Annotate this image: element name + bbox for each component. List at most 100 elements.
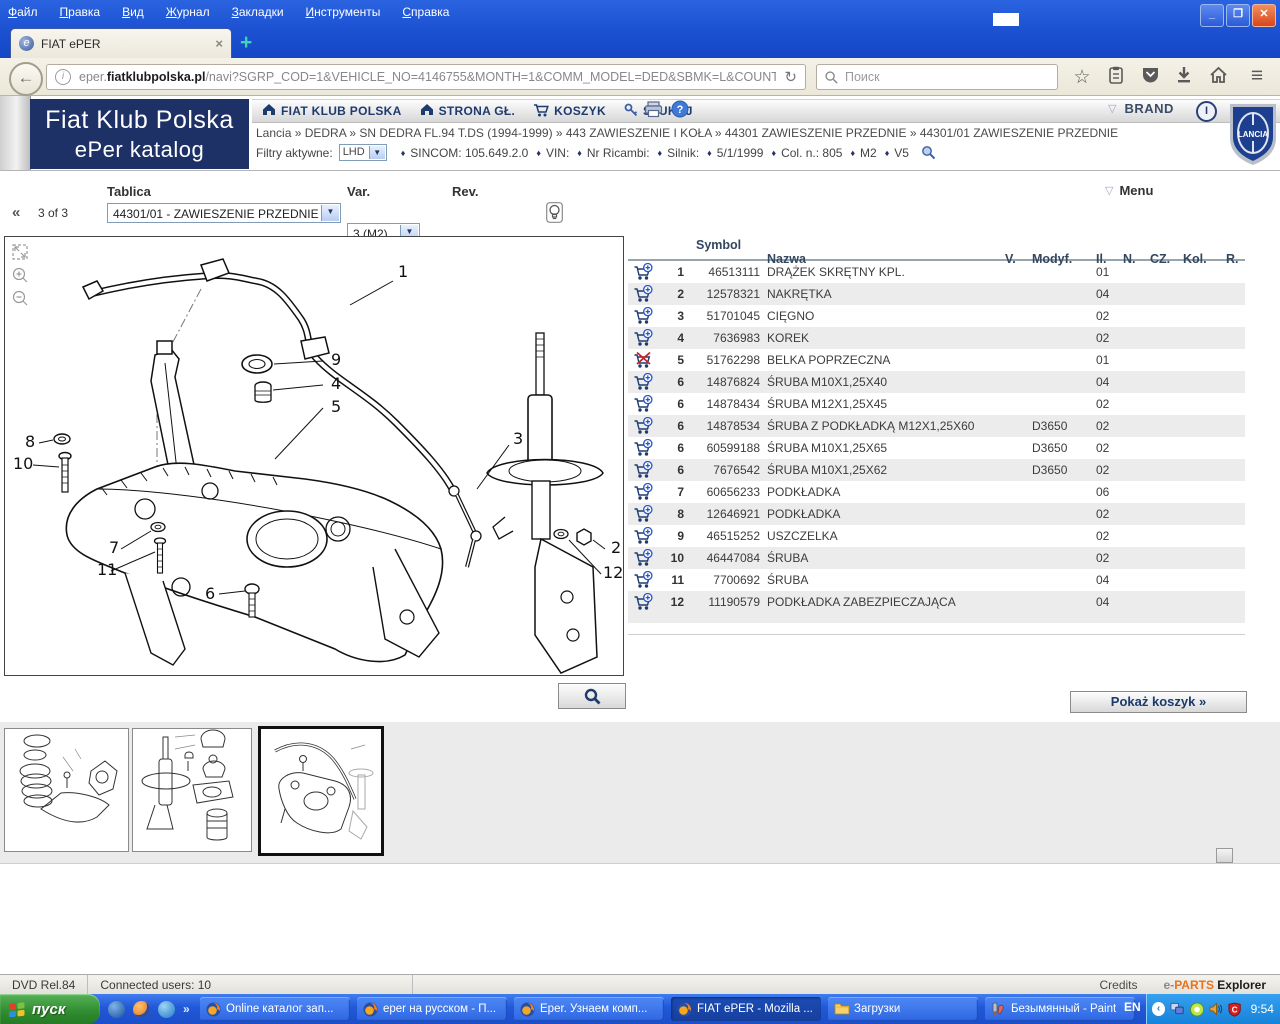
- taskbar-task-button[interactable]: FIAT ePER - Mozilla ...: [671, 997, 821, 1021]
- restore-button[interactable]: ❐: [1226, 4, 1250, 27]
- add-to-cart-icon[interactable]: [628, 263, 658, 282]
- taskbar-task-button[interactable]: eper на русском - П...: [357, 997, 507, 1021]
- thumbnail-table-2[interactable]: [132, 728, 252, 852]
- browser-menu-item[interactable]: Журнал: [166, 5, 210, 19]
- site-nav-strona-g-[interactable]: STRONA GŁ.: [420, 103, 516, 119]
- table-row[interactable]: 5 51762298 BELKA POPRZECZNA 01: [628, 349, 1245, 371]
- hamburger-menu-icon[interactable]: ≡: [1245, 66, 1269, 88]
- add-to-cart-icon[interactable]: [628, 549, 658, 568]
- diagram-callout-8[interactable]: 8: [25, 432, 35, 451]
- downloads-icon[interactable]: [1172, 66, 1196, 88]
- table-row[interactable]: 6 14876824 ŚRUBA M10X1,25X40 04: [628, 371, 1245, 393]
- show-cart-button[interactable]: Pokaż koszyk »: [1070, 691, 1247, 713]
- add-to-cart-icon[interactable]: [628, 593, 658, 612]
- table-row[interactable]: 11 7700692 ŚRUBA 04: [628, 569, 1245, 591]
- minimize-button[interactable]: _: [1200, 4, 1224, 27]
- table-row[interactable]: 2 12578321 NAKRĘTKA 04: [628, 283, 1245, 305]
- site-nav-koszyk[interactable]: KOSZYK: [533, 103, 606, 120]
- browser-menu-item[interactable]: Вид: [122, 5, 144, 19]
- add-to-cart-icon[interactable]: [628, 285, 658, 304]
- browser-menu-item[interactable]: Справка: [402, 5, 449, 19]
- thumbnail-table-1[interactable]: [4, 728, 129, 852]
- pocket-icon[interactable]: [1138, 66, 1162, 88]
- table-row[interactable]: 8 12646921 PODKŁADKA 02: [628, 503, 1245, 525]
- diagram-callout-3[interactable]: 3: [513, 429, 523, 448]
- lightbulb-icon[interactable]: [546, 202, 563, 228]
- filter-search-icon[interactable]: [921, 145, 936, 160]
- diagram-callout-4[interactable]: 4: [331, 374, 341, 393]
- add-to-cart-icon[interactable]: [628, 307, 658, 326]
- table-row[interactable]: 10 46447084 ŚRUBA 02: [628, 547, 1245, 569]
- add-to-cart-icon[interactable]: [628, 373, 658, 392]
- browser-menu-item[interactable]: Закладки: [232, 5, 284, 19]
- add-to-cart-icon[interactable]: [628, 461, 658, 480]
- drive-select[interactable]: LHD▼: [339, 144, 387, 161]
- add-to-cart-icon[interactable]: [628, 351, 658, 370]
- quick-launch-firefox-icon[interactable]: [133, 1001, 150, 1018]
- tray-volume-icon[interactable]: [1209, 1002, 1223, 1016]
- address-bar[interactable]: i eper.fiatklubpolska.pl/navi?SGRP_COD=1…: [46, 64, 806, 90]
- table-row[interactable]: 6 14878434 ŚRUBA M12X1,25X45 02: [628, 393, 1245, 415]
- table-row[interactable]: 7 60656233 PODKŁADKA 06: [628, 481, 1245, 503]
- diagram-search-button[interactable]: [558, 683, 626, 709]
- new-tab-button[interactable]: +: [240, 32, 252, 53]
- table-row[interactable]: 6 7676542 ŚRUBA M10X1,25X62 D3650 02: [628, 459, 1245, 481]
- add-to-cart-icon[interactable]: [628, 329, 658, 348]
- browser-menu-item[interactable]: Правка: [60, 5, 101, 19]
- diagram-callout-2[interactable]: 2: [611, 538, 621, 557]
- taskbar-task-button[interactable]: Безымянный - Paint: [985, 997, 1135, 1021]
- taskbar-task-button[interactable]: Eper. Узнаем комп...: [514, 997, 664, 1021]
- browser-menu-item[interactable]: Инструменты: [306, 5, 381, 19]
- brand-selector[interactable]: ▽ BRAND: [1108, 101, 1174, 116]
- diagram-tools[interactable]: [13, 245, 27, 305]
- print-icon[interactable]: [644, 101, 663, 123]
- quick-launch-overflow-icon[interactable]: »: [183, 1002, 190, 1016]
- back-button[interactable]: ←: [9, 62, 43, 96]
- table-row[interactable]: 9 46515252 USZCZELKA 02: [628, 525, 1245, 547]
- table-row[interactable]: 6 14878534 ŚRUBA Z PODKŁADKĄ M12X1,25X60…: [628, 415, 1245, 437]
- add-to-cart-icon[interactable]: [628, 439, 658, 458]
- diagram-callout-9[interactable]: 9: [331, 350, 341, 369]
- diagram-callout-7[interactable]: 7: [109, 538, 119, 557]
- site-nav-fiat-klub-polska[interactable]: FIAT KLUB POLSKA: [262, 103, 402, 119]
- credits-link[interactable]: Credits: [1074, 978, 1164, 992]
- table-menu-button[interactable]: ▽ Menu: [1105, 183, 1153, 198]
- site-info-icon[interactable]: i: [55, 69, 71, 85]
- diagram-callout-10[interactable]: 10: [13, 454, 33, 473]
- taskbar-task-button[interactable]: Загрузки: [828, 997, 978, 1021]
- diagram-callout-12[interactable]: 12: [603, 563, 623, 582]
- table-row[interactable]: 12 11190579 PODKŁADKA ZABEZPIECZAJĄCA 04: [628, 591, 1245, 613]
- add-to-cart-icon[interactable]: [628, 505, 658, 524]
- tray-network-icon[interactable]: [1170, 1002, 1185, 1016]
- scroll-handle[interactable]: [1216, 848, 1233, 863]
- browser-menu-item[interactable]: Файл: [8, 5, 38, 19]
- add-to-cart-icon[interactable]: [628, 571, 658, 590]
- add-to-cart-icon[interactable]: [628, 417, 658, 436]
- info-icon[interactable]: I: [1196, 101, 1217, 122]
- table-row[interactable]: 4 7636983 KOREK 02: [628, 327, 1245, 349]
- tablica-select[interactable]: 44301/01 - ZAWIESZENIE PRZEDNIE▼: [107, 203, 341, 223]
- table-row[interactable]: 3 51701045 CIĘGNO 02: [628, 305, 1245, 327]
- parts-diagram[interactable]: 194538107116212: [4, 236, 624, 676]
- quick-launch-globe-icon[interactable]: [108, 1001, 125, 1018]
- tray-antivirus-icon[interactable]: [1190, 1002, 1204, 1017]
- previous-table-button[interactable]: «: [12, 204, 20, 221]
- tray-shield-icon[interactable]: C: [1228, 1002, 1241, 1017]
- quick-launch-update-icon[interactable]: [158, 1001, 175, 1018]
- taskbar-task-button[interactable]: Online каталог зап...: [200, 997, 350, 1021]
- browser-tab[interactable]: e FIAT ePER ×: [10, 28, 232, 58]
- table-row[interactable]: 6 60599188 ŚRUBA M10X1,25X65 D3650 02: [628, 437, 1245, 459]
- diagram-callout-1[interactable]: 1: [398, 262, 408, 281]
- search-input[interactable]: Поиск: [816, 64, 1058, 90]
- bookmark-star-icon[interactable]: ☆: [1070, 66, 1094, 88]
- add-to-cart-icon[interactable]: [628, 527, 658, 546]
- help-icon[interactable]: ?: [671, 100, 689, 123]
- add-to-cart-icon[interactable]: [628, 483, 658, 502]
- diagram-callout-6[interactable]: 6: [205, 584, 215, 603]
- reload-icon[interactable]: ↻: [784, 68, 797, 86]
- bookmarks-menu-icon[interactable]: [1104, 66, 1128, 88]
- tab-close-icon[interactable]: ×: [215, 36, 223, 51]
- home-icon[interactable]: [1206, 66, 1230, 88]
- diagram-callout-5[interactable]: 5: [331, 397, 341, 416]
- tray-collapse-icon[interactable]: ‹: [1152, 1002, 1165, 1016]
